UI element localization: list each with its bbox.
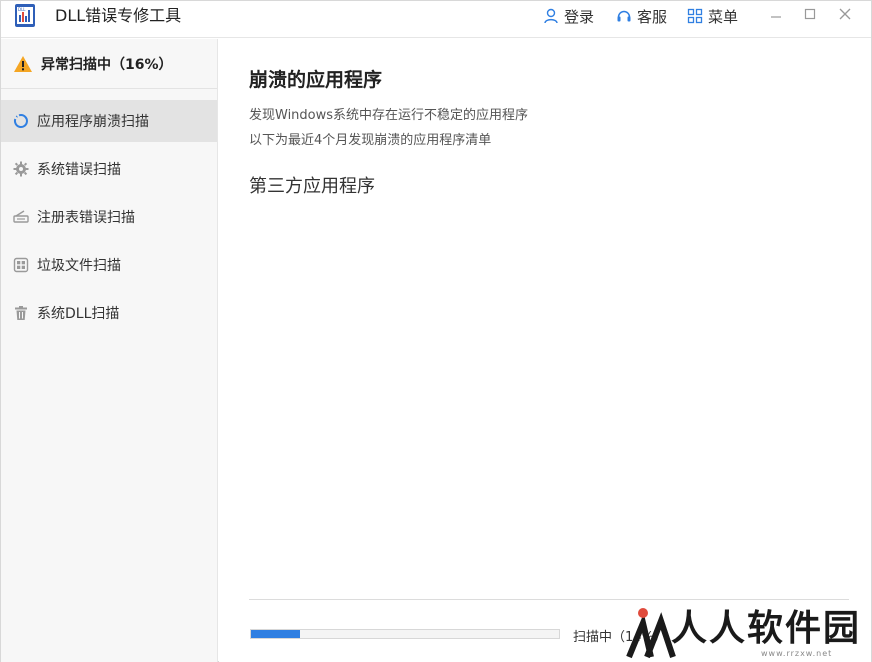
main-panel: 崩溃的应用程序 发现Windows系统中存在运行不稳定的应用程序 以下为最近4个…: [219, 39, 871, 662]
menu-label: 菜单: [708, 7, 739, 26]
grid-box-icon: [13, 257, 29, 273]
refresh-icon: [13, 113, 28, 128]
maximize-button[interactable]: [800, 4, 820, 24]
app-title: DLL错误专修工具: [55, 6, 182, 25]
scan-progress-bar: [250, 629, 560, 639]
close-icon: [839, 8, 851, 20]
sidebar-item-app-crash-scan[interactable]: 应用程序崩溃扫描: [1, 100, 217, 142]
sidebar-item-junk-file-scan[interactable]: 垃圾文件扫描: [1, 244, 217, 286]
watermark-url: www.rrzxw.net: [761, 649, 833, 658]
scan-status: 异常扫描中（16%）: [1, 39, 217, 89]
sidebar-item-label: 垃圾文件扫描: [37, 258, 121, 274]
headset-icon: [617, 10, 631, 22]
sidebar-item-label: 系统DLL扫描: [37, 306, 120, 322]
app-window: DLL DLL错误专修工具 登录 客服 菜单 异常扫描中（16%） 应用程序崩溃…: [0, 0, 872, 662]
sidebar-item-system-error-scan[interactable]: 系统错误扫描: [1, 148, 217, 190]
scan-status-label: 异常扫描中（16%）: [41, 56, 173, 73]
sidebar-item-label: 注册表错误扫描: [37, 210, 135, 226]
warning-icon: [14, 55, 32, 72]
watermark-logo: 人人软件园 www.rrzxw.net: [621, 599, 871, 661]
page-title: 崩溃的应用程序: [249, 69, 383, 91]
sidebar: 异常扫描中（16%） 应用程序崩溃扫描 系统错误扫描 注册表错误扫描 垃圾文件扫…: [1, 39, 218, 662]
watermark-text: 人人软件园: [671, 608, 862, 649]
scan-progress-fill: [251, 630, 301, 638]
description-line-2: 以下为最近4个月发现崩溃的应用程序清单: [249, 133, 492, 148]
sidebar-item-label: 系统错误扫描: [37, 162, 121, 178]
login-label: 登录: [564, 7, 595, 26]
minimize-button[interactable]: [766, 4, 786, 24]
menu-button[interactable]: 菜单: [687, 5, 738, 27]
app-logo-icon: DLL: [15, 4, 35, 27]
scanner-icon: [13, 210, 29, 223]
svg-text:DLL: DLL: [18, 7, 26, 12]
description-line-1: 发现Windows系统中存在运行不稳定的应用程序: [249, 108, 529, 123]
login-button[interactable]: 登录: [543, 5, 594, 27]
title-bar: DLL DLL错误专修工具 登录 客服 菜单: [1, 1, 871, 38]
trash-icon: [15, 306, 27, 320]
sidebar-item-registry-scan[interactable]: 注册表错误扫描: [1, 196, 217, 238]
grid-menu-icon: [687, 8, 703, 24]
close-button[interactable]: [835, 4, 855, 24]
section-title-third-party: 第三方应用程序: [249, 176, 375, 197]
user-icon: [544, 8, 558, 24]
maximize-icon: [804, 8, 816, 20]
sidebar-item-label: 应用程序崩溃扫描: [37, 114, 149, 130]
service-label: 客服: [637, 7, 668, 26]
minimize-icon: [771, 16, 781, 18]
gear-icon: [13, 161, 29, 177]
customer-service-button[interactable]: 客服: [616, 5, 667, 27]
sidebar-item-system-dll-scan[interactable]: 系统DLL扫描: [1, 292, 217, 334]
